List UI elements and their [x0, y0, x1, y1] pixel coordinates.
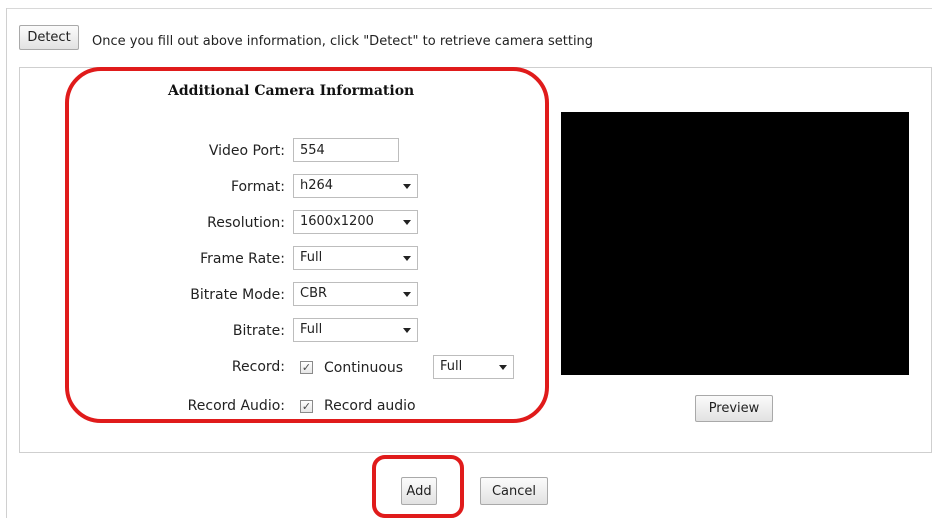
top-divider: [6, 8, 932, 9]
detect-button[interactable]: Detect: [19, 25, 79, 50]
highlight-annotation-camera-info: [65, 67, 549, 423]
cancel-button[interactable]: Cancel: [480, 477, 548, 505]
highlight-annotation-add-button: [372, 455, 464, 518]
left-divider: [6, 8, 7, 518]
preview-button[interactable]: Preview: [695, 395, 773, 422]
detect-hint-text: Once you fill out above information, cli…: [92, 34, 594, 49]
camera-preview-area: [561, 112, 909, 375]
